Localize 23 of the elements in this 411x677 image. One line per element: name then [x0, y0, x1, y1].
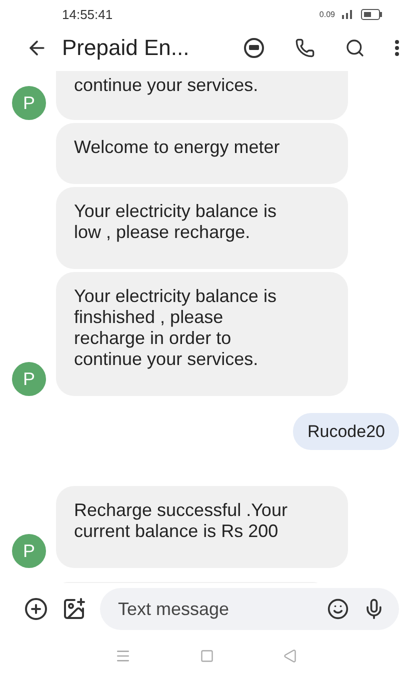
- network-speed: 0.09: [319, 10, 335, 18]
- message-bubble: Welcome to energy meter: [56, 123, 348, 184]
- signal-icon: [341, 9, 355, 19]
- message-bubble: Recharge successful .Your current balance is Rs 200: [56, 486, 348, 568]
- phone-button[interactable]: [295, 38, 315, 58]
- message-bubble: Rucode20: [293, 413, 399, 450]
- avatar[interactable]: P: [12, 362, 46, 396]
- emoji-icon[interactable]: [327, 598, 349, 620]
- gallery-button[interactable]: [62, 597, 86, 621]
- conversation-title: Prepaid En...: [62, 35, 190, 61]
- status-time: 14:55:41: [62, 6, 113, 22]
- message-field[interactable]: Text message: [100, 588, 399, 630]
- add-button[interactable]: [24, 597, 48, 621]
- message-bubble: Your electricity balance is low , please recharge.: [56, 187, 348, 269]
- message-bubble: Your electricity balance is finshished , please recharge in order to continue your services.: [56, 272, 348, 396]
- message-bubble: continue your services.: [56, 71, 348, 120]
- avatar[interactable]: P: [12, 534, 46, 568]
- battery-icon: [361, 8, 383, 20]
- avatar[interactable]: P: [12, 86, 46, 120]
- search-button[interactable]: [345, 38, 365, 58]
- menu-button[interactable]: [395, 40, 399, 56]
- video-call-button[interactable]: [243, 37, 265, 59]
- more-icon: [395, 40, 399, 56]
